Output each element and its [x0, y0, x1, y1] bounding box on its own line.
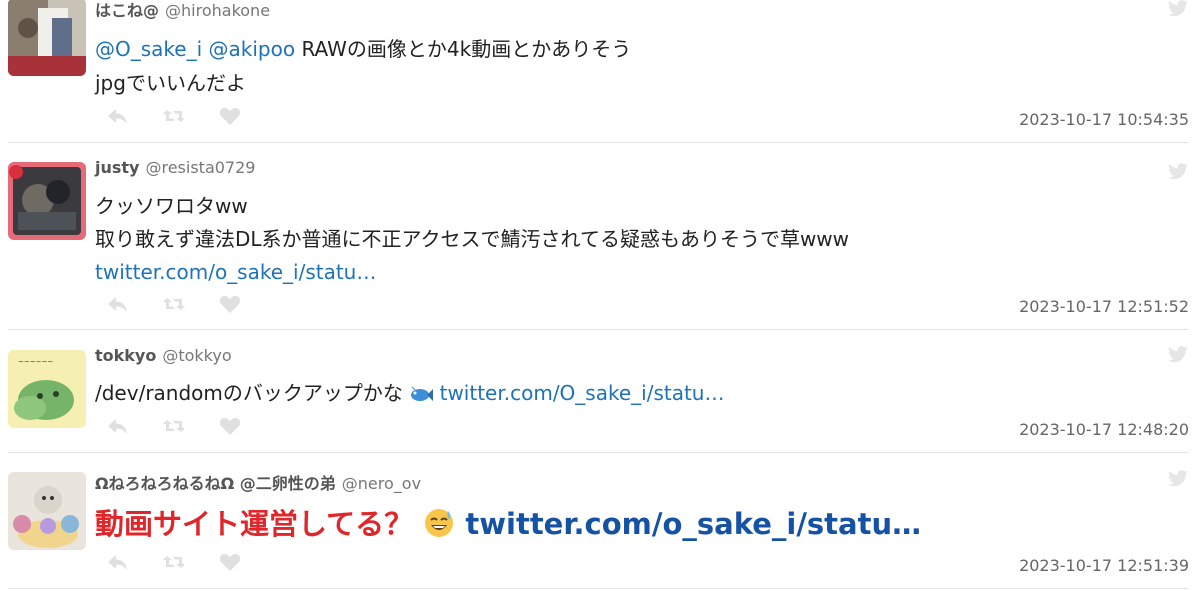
heart-icon[interactable]: [218, 294, 242, 314]
tweet-text-line: 動画サイト運営してる？ twitter.com/o_sake_i/statu…: [95, 506, 921, 547]
timestamp[interactable]: 2023-10-17 12:51:52: [1019, 297, 1189, 316]
divider: [8, 142, 1189, 143]
tweet-header: はこね@ @hirohakone: [95, 0, 270, 21]
tweet-text-line: @O_sake_i @akipoo RAWの画像とか4k動画とかありそう: [95, 36, 631, 62]
tweet-link[interactable]: twitter.com/O_sake_i/statu…: [440, 381, 725, 405]
author-handle[interactable]: @resista0729: [145, 158, 255, 177]
tweet-header: ΩねろねろねるねΩ @二卵性の弟 @nero_ov: [95, 470, 421, 494]
avatar[interactable]: [8, 472, 86, 550]
tweet-link[interactable]: twitter.com/o_sake_i/statu…: [465, 507, 921, 541]
tweet-text: 動画サイト運営してる？: [95, 507, 414, 541]
author-handle[interactable]: @hirohakone: [165, 1, 270, 20]
twitter-bird-icon[interactable]: [1167, 163, 1189, 181]
author-name[interactable]: はこね@: [95, 1, 159, 20]
fish-icon: [409, 384, 434, 410]
retweet-icon[interactable]: [162, 294, 186, 314]
tweet-text-line: クッソワロタww: [95, 193, 248, 219]
reply-icon[interactable]: [106, 552, 130, 572]
divider: [8, 588, 1189, 589]
reply-icon[interactable]: [106, 416, 130, 436]
reply-icon[interactable]: [106, 294, 130, 314]
mention-link[interactable]: @O_sake_i: [95, 37, 202, 61]
avatar[interactable]: [8, 162, 86, 240]
grinning-sweat-icon: [423, 507, 455, 547]
twitter-bird-icon[interactable]: [1167, 346, 1189, 364]
tweet-text: クッソワロタww: [95, 194, 248, 218]
author-handle[interactable]: @nero_ov: [342, 474, 421, 493]
avatar[interactable]: [8, 0, 86, 76]
tweet-header: justy @resista0729: [95, 158, 255, 177]
twitter-bird-icon[interactable]: [1167, 470, 1189, 488]
heart-icon[interactable]: [218, 106, 242, 126]
heart-icon[interactable]: [218, 416, 242, 436]
author-handle[interactable]: @tokkyo: [162, 346, 231, 365]
reply-icon[interactable]: [106, 106, 130, 126]
retweet-icon[interactable]: [162, 106, 186, 126]
tweet-text-line: /dev/randomのバックアップかな twitter.com/O_sake_…: [95, 380, 724, 410]
retweet-icon[interactable]: [162, 552, 186, 572]
author-name[interactable]: tokkyo: [95, 346, 156, 365]
timestamp[interactable]: 2023-10-17 12:48:20: [1019, 420, 1189, 439]
timestamp[interactable]: 2023-10-17 12:51:39: [1019, 556, 1189, 575]
tweet-feed: はこね@ @hirohakone @O_sake_i @akipoo RAWの画像…: [0, 0, 1200, 591]
tweet-header: tokkyo @tokkyo: [95, 346, 232, 365]
tweet-link[interactable]: twitter.com/o_sake_i/statu…: [95, 260, 376, 284]
tweet-text-line: 取り敢えず違法DL系か普通に不正アクセスで鯖汚されてる疑惑もありそうで草www: [95, 226, 849, 252]
mention-link[interactable]: @akipoo: [209, 37, 296, 61]
divider: [8, 329, 1189, 330]
tweet-text: 取り敢えず違法DL系か普通に不正アクセスで鯖汚されてる疑惑もありそうで草www: [95, 227, 850, 251]
tweet-text: jpgでいいんだよ: [95, 71, 246, 95]
author-name[interactable]: justy: [95, 158, 139, 177]
tweet-text: /dev/randomのバックアップかな: [95, 381, 403, 405]
twitter-bird-icon[interactable]: [1167, 0, 1189, 18]
timestamp[interactable]: 2023-10-17 10:54:35: [1019, 110, 1189, 129]
retweet-icon[interactable]: [162, 416, 186, 436]
author-name[interactable]: ΩねろねろねるねΩ @二卵性の弟: [95, 474, 336, 493]
heart-icon[interactable]: [218, 552, 242, 572]
tweet-text: RAWの画像とか4k動画とかありそう: [301, 37, 632, 61]
avatar[interactable]: ~~~~~~: [8, 350, 86, 428]
svg-text:~~~~~~: ~~~~~~: [18, 358, 53, 366]
tweet-text-line: twitter.com/o_sake_i/statu…: [95, 259, 376, 285]
tweet-text-line: jpgでいいんだよ: [95, 70, 246, 96]
divider: [8, 452, 1189, 453]
